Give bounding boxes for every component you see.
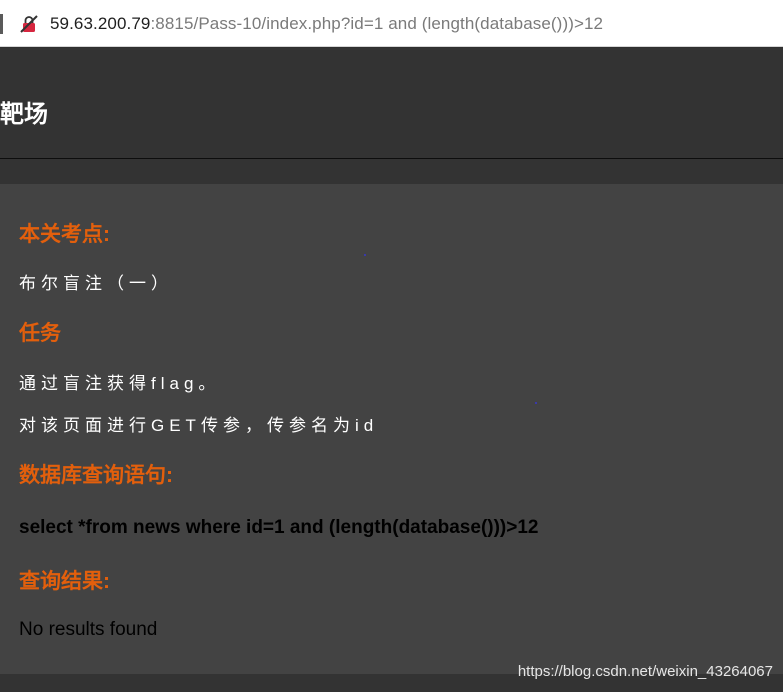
sql-query-text: select *from news where id=1 and (length… [19, 517, 539, 538]
insecure-lock-icon[interactable] [19, 14, 39, 34]
address-bar[interactable]: 59.63.200.79:8815/Pass-10/index.php?id=1… [0, 0, 783, 47]
section-heading-task: 任务 [19, 322, 61, 345]
task-line-1: 通过盲注获得flag。 [19, 374, 221, 393]
url-path: :8815/Pass-10/index.php?id=1 and (length… [150, 14, 604, 33]
watermark-text: https://blog.csdn.net/weixin_43264067 [517, 663, 773, 680]
task-line-2: 对该页面进行GET传参，传参名为id [19, 416, 379, 435]
address-bar-edge [0, 14, 3, 34]
page-header: 靶场 [0, 48, 783, 159]
exam-point-text: 布尔盲注（一） [19, 274, 173, 293]
url-field[interactable]: 59.63.200.79:8815/Pass-10/index.php?id=1… [50, 13, 603, 35]
query-result-text: No results found [19, 619, 158, 640]
stray-dot [535, 402, 537, 404]
section-heading-result: 查询结果: [19, 570, 110, 593]
site-title: 靶场 [0, 101, 48, 128]
section-heading-exam-point: 本关考点: [19, 223, 110, 246]
section-heading-query: 数据库查询语句: [19, 464, 173, 487]
url-host: 59.63.200.79 [50, 14, 151, 33]
header-gap [0, 159, 783, 184]
stray-dot [364, 254, 366, 256]
